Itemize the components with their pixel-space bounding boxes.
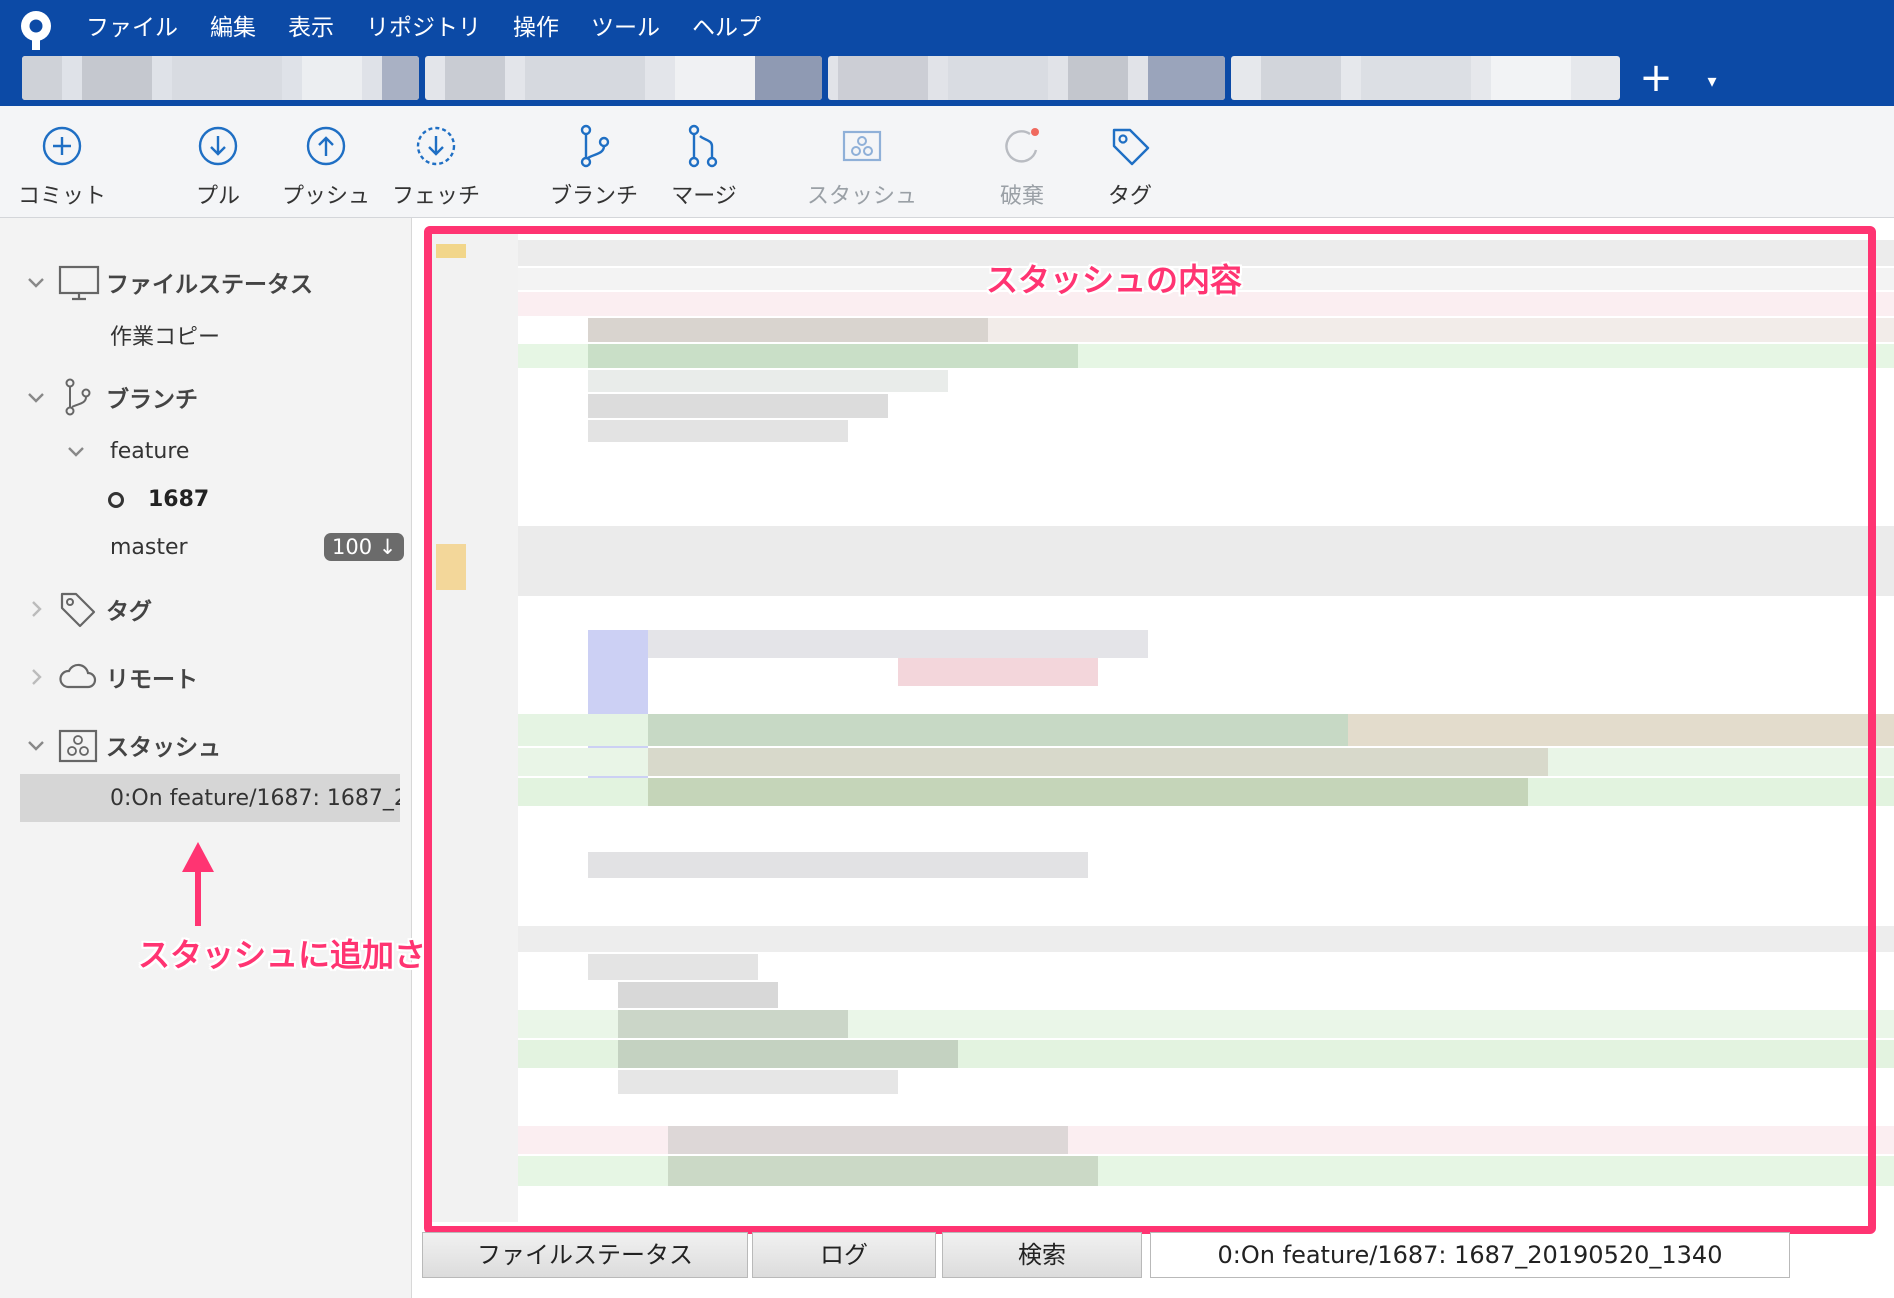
sidebar-branch-master[interactable]: master 100 ↓: [0, 524, 412, 570]
repo-tab[interactable]: [424, 56, 822, 100]
sidebar-section-remotes[interactable]: リモート: [0, 654, 412, 700]
menu-file[interactable]: ファイル: [70, 8, 194, 48]
fetch-button[interactable]: フェッチ: [392, 106, 480, 218]
repo-tab[interactable]: [1230, 56, 1620, 100]
pull-button[interactable]: プル: [178, 106, 258, 218]
sidebar-branch-1687[interactable]: 1687: [0, 476, 412, 522]
repo-tab[interactable]: [827, 56, 1225, 100]
tab-stash-detail[interactable]: 0:On feature/1687: 1687_20190520_1340: [1150, 1232, 1790, 1278]
chevron-down-icon[interactable]: [24, 733, 48, 757]
stash-button[interactable]: スタッシュ: [807, 106, 917, 218]
bottom-tab-bar: ファイルステータス ログ 検索 0:On feature/1687: 1687_…: [420, 1232, 1894, 1280]
merge-label: マージ: [671, 184, 737, 209]
branch-1687-label: 1687: [148, 486, 210, 512]
merge-button[interactable]: マージ: [662, 106, 746, 218]
chevron-right-icon[interactable]: [24, 665, 48, 689]
branch-icon: [65, 378, 91, 416]
chevron-down-icon[interactable]: [24, 270, 48, 294]
fetch-dashed-circle-icon: [416, 126, 456, 166]
menu-tools[interactable]: ツール: [575, 8, 676, 48]
tag-button[interactable]: タグ: [1088, 106, 1172, 218]
pull-label: プル: [195, 184, 240, 209]
commit-button[interactable]: コミット: [18, 106, 106, 218]
monitor-icon: [58, 265, 100, 301]
fetch-label: フェッチ: [392, 184, 481, 209]
diff-content-blurred: [428, 226, 1894, 1222]
sidebar-section-tags[interactable]: タグ: [0, 586, 412, 632]
current-branch-icon: [108, 492, 124, 508]
sidebar-section-stashes[interactable]: スタッシュ: [0, 722, 412, 768]
stash-label: スタッシュ: [807, 184, 918, 209]
diff-view[interactable]: スタッシュの内容: [428, 226, 1894, 1222]
menu-actions[interactable]: 操作: [497, 8, 575, 48]
sidebar-section-file-status[interactable]: ファイルステータス: [0, 259, 412, 305]
arrow-down-circle-icon: [198, 126, 238, 166]
discard-label: 破棄: [999, 184, 1044, 209]
commit-label: コミット: [18, 184, 107, 209]
chevron-down-icon[interactable]: [64, 439, 88, 463]
tab-dropdown-button[interactable]: ▾: [1690, 62, 1734, 102]
plus-circle-icon: [42, 126, 82, 166]
chevron-down-icon[interactable]: [24, 385, 48, 409]
branch-button[interactable]: ブランチ: [550, 106, 639, 218]
branch-master-label: master: [110, 534, 188, 560]
behind-count-badge: 100 ↓: [324, 533, 405, 561]
tab-search[interactable]: 検索: [942, 1232, 1142, 1278]
stashes-title: スタッシュ: [106, 735, 221, 761]
menu-view[interactable]: 表示: [272, 8, 350, 48]
menu-bar: ファイル 編集 表示 リポジトリ 操作 ツール ヘルプ: [70, 8, 777, 48]
annotation-stash-content: スタッシュの内容: [986, 261, 1243, 299]
sourcetree-logo-icon: [21, 11, 51, 50]
remotes-title: リモート: [106, 667, 198, 693]
toolbar: コミット プル プッシュ フェッチ ブランチ マージ スタッシュ 破棄 タグ: [0, 106, 1894, 218]
sidebar: ファイルステータス 作業コピー ブランチ feature 1687 master…: [0, 218, 412, 1298]
tags-title: タグ: [106, 599, 152, 625]
stash-item-label: 0:On feature/1687: 1687_20: [110, 785, 400, 811]
tab-file-status[interactable]: ファイルステータス: [422, 1232, 748, 1278]
push-label: プッシュ: [282, 184, 371, 209]
tag-label: タグ: [1107, 184, 1152, 209]
branches-title: ブランチ: [106, 387, 198, 413]
sidebar-item-working-copy[interactable]: 作業コピー: [0, 312, 412, 358]
title-bar: ファイル 編集 表示 リポジトリ 操作 ツール ヘルプ + ▾: [0, 0, 1894, 106]
menu-edit[interactable]: 編集: [194, 8, 272, 48]
repo-tab-strip: [22, 56, 1626, 100]
chevron-right-icon[interactable]: [24, 597, 48, 621]
tag-icon: [60, 592, 96, 628]
cloud-icon: [59, 663, 97, 689]
tag-icon: [1112, 128, 1150, 166]
branch-label: ブランチ: [550, 184, 639, 209]
feature-folder-label: feature: [110, 438, 190, 464]
sidebar-folder-feature[interactable]: feature: [0, 428, 412, 474]
stash-box-icon: [842, 130, 882, 162]
sidebar-stash-item[interactable]: 0:On feature/1687: 1687_20: [20, 774, 400, 822]
tab-log[interactable]: ログ: [752, 1232, 936, 1278]
file-status-title: ファイルステータス: [106, 272, 313, 298]
discard-refresh-icon: [1005, 128, 1039, 163]
push-button[interactable]: プッシュ: [282, 106, 370, 218]
arrow-up-circle-icon: [306, 126, 346, 166]
menu-help[interactable]: ヘルプ: [676, 8, 777, 48]
menu-repository[interactable]: リポジトリ: [350, 8, 497, 48]
add-tab-button[interactable]: +: [1628, 58, 1684, 100]
annotation-up-arrow-icon: [182, 842, 214, 926]
repo-tab[interactable]: [22, 56, 419, 100]
sidebar-section-branches[interactable]: ブランチ: [0, 374, 412, 420]
merge-icon: [688, 124, 718, 168]
discard-button[interactable]: 破棄: [980, 106, 1064, 218]
stash-box-icon: [58, 729, 98, 763]
working-copy-label: 作業コピー: [110, 325, 221, 350]
branch-icon: [580, 124, 610, 168]
